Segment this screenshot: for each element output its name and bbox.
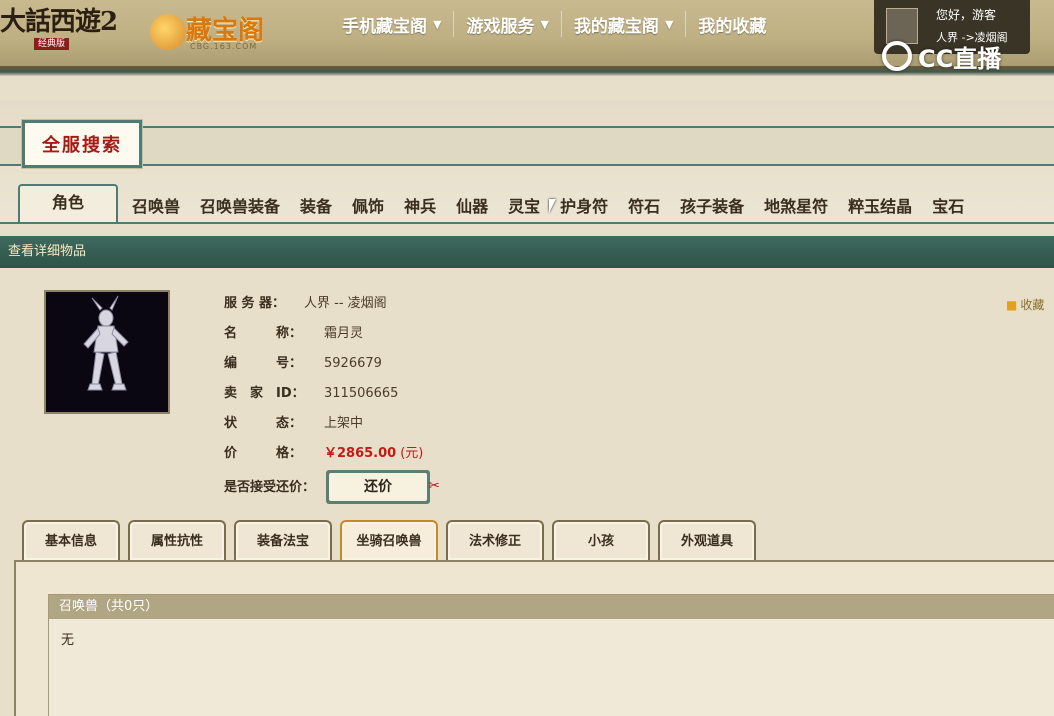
tassel-icon: ✂ (428, 478, 440, 494)
number-value: 5926679 (324, 356, 382, 371)
seller-value: 311506665 (324, 386, 399, 401)
subtab-equipment-treasure[interactable]: 装备法宝 (234, 520, 332, 560)
name-value: 霜月灵 (324, 326, 364, 341)
avatar[interactable] (886, 8, 918, 44)
nav-mobile-cbg[interactable]: 手机藏宝阁 ▼ (330, 0, 453, 48)
subtab-appearance-items[interactable]: 外观道具 (658, 520, 756, 560)
character-portrait (44, 290, 170, 414)
watermark-text: CC直播 (918, 44, 1002, 73)
detail-subtabs: 基本信息 属性抗性 装备法宝 坐骑召唤兽 法术修正 小孩 外观道具 (22, 520, 764, 560)
detail-header: 查看详细物品 (0, 236, 1054, 268)
summon-list-box: 召唤兽（共0只） 无 (48, 594, 1054, 716)
mouse-cursor-icon (549, 199, 556, 213)
tabs-baseline (0, 222, 1054, 224)
site-logo[interactable]: 藏宝阁 CBG.163.COM (150, 4, 270, 51)
number-row: 编 号： 5926679 (224, 354, 382, 374)
status-label: 状 态： (224, 416, 303, 431)
tab-divine-weapon[interactable]: 神兵 (394, 190, 446, 224)
tab-summon-equipment[interactable]: 召唤兽装备 (190, 190, 290, 224)
seller-label: 卖 家 ID： (224, 386, 305, 401)
subtab-mount-summon[interactable]: 坐骑召唤兽 (340, 520, 438, 560)
server-row: 服 务 器： 人界 -- 凌烟阁 (224, 294, 387, 314)
category-tabs: 角色 召唤兽 召唤兽装备 装备 佩饰 神兵 仙器 灵宝 护身符 符石 孩子装备 … (0, 184, 974, 224)
tab-gem[interactable]: 宝石 (922, 190, 974, 224)
game-logo[interactable]: 大話西遊2 经典版 (0, 6, 118, 50)
tab-equipment[interactable]: 装备 (290, 190, 342, 224)
nav-label: 我的收藏 (698, 16, 767, 37)
counter-row: 是否接受还价： (224, 478, 324, 498)
nav-label: 我的藏宝阁 (573, 16, 659, 37)
tab-child-equipment[interactable]: 孩子装备 (670, 190, 754, 224)
cc-logo-icon (882, 41, 912, 71)
search-title-bar (0, 126, 1054, 166)
subtab-basic-info[interactable]: 基本信息 (22, 520, 120, 560)
site-logo-badge-icon (150, 14, 186, 50)
stream-watermark: CC直播 (882, 40, 1002, 73)
favorite-link[interactable]: ■ 收藏 (1006, 296, 1044, 313)
favorite-label: 收藏 (1020, 298, 1045, 312)
nav-my-cbg[interactable]: 我的藏宝阁 ▼ (562, 0, 685, 48)
tab-role[interactable]: 角色 (18, 184, 118, 224)
price-label: 价 格： (224, 446, 303, 461)
seller-row: 卖 家 ID： 311506665 (224, 384, 398, 404)
server-value: 人界 -- 凌烟阁 (304, 296, 387, 311)
price-value: ￥2865.00 (324, 446, 397, 461)
summon-list-title: 召唤兽（共0只） (49, 595, 1054, 619)
name-row: 名 称： 霜月灵 (224, 324, 363, 344)
nav-game-service[interactable]: 游戏服务 ▼ (454, 0, 560, 48)
status-value: 上架中 (324, 416, 364, 431)
name-label: 名 称： (224, 326, 303, 341)
site-logo-url: CBG.163.COM (190, 42, 258, 51)
chevron-down-icon: ▼ (664, 17, 674, 31)
nav-label: 游戏服务 (466, 16, 535, 37)
chevron-down-icon: ▼ (433, 17, 442, 31)
price-unit: (元) (400, 446, 424, 461)
subtab-child[interactable]: 小孩 (552, 520, 650, 560)
status-row: 状 态： 上架中 (224, 414, 363, 434)
top-nav: 手机藏宝阁 ▼ 游戏服务 ▼ 我的藏宝阁 ▼ 我的收藏 (330, 0, 778, 48)
counter-offer-label: 还价 (329, 473, 427, 501)
tab-summon[interactable]: 召唤兽 (122, 190, 190, 224)
tab-star-talisman[interactable]: 地煞星符 (754, 190, 838, 224)
game-logo-sub: 经典版 (34, 38, 70, 50)
character-figure-icon (83, 295, 129, 391)
favorite-folder-icon: ■ (1006, 297, 1018, 312)
number-label: 编 号： (224, 356, 303, 371)
tab-spirit-treasure[interactable]: 灵宝 (498, 190, 550, 224)
search-title: 全服搜索 (21, 119, 143, 169)
subtab-spell-correction[interactable]: 法术修正 (446, 520, 544, 560)
tab-amulet[interactable]: 护身符 (550, 190, 618, 224)
user-greeting: 您好，游客 (936, 8, 997, 22)
chevron-down-icon: ▼ (540, 17, 549, 31)
price-row: 价 格： ￥2865.00 (元) (224, 444, 423, 464)
nav-my-favorites[interactable]: 我的收藏 (686, 0, 778, 48)
summon-list-empty: 无 (61, 633, 75, 648)
tab-rune-stone[interactable]: 符石 (618, 190, 670, 224)
subtab-attributes[interactable]: 属性抗性 (128, 520, 226, 560)
tab-immortal-artifact[interactable]: 仙器 (446, 190, 498, 224)
game-logo-text: 大話西遊2 (0, 7, 118, 37)
counter-offer-button[interactable]: 还价 ✂ (326, 470, 440, 504)
counter-label: 是否接受还价： (224, 480, 316, 495)
tab-accessory[interactable]: 佩饰 (342, 190, 394, 224)
tab-jade-crystal[interactable]: 粹玉结晶 (838, 190, 922, 224)
nav-label: 手机藏宝阁 (342, 16, 427, 37)
